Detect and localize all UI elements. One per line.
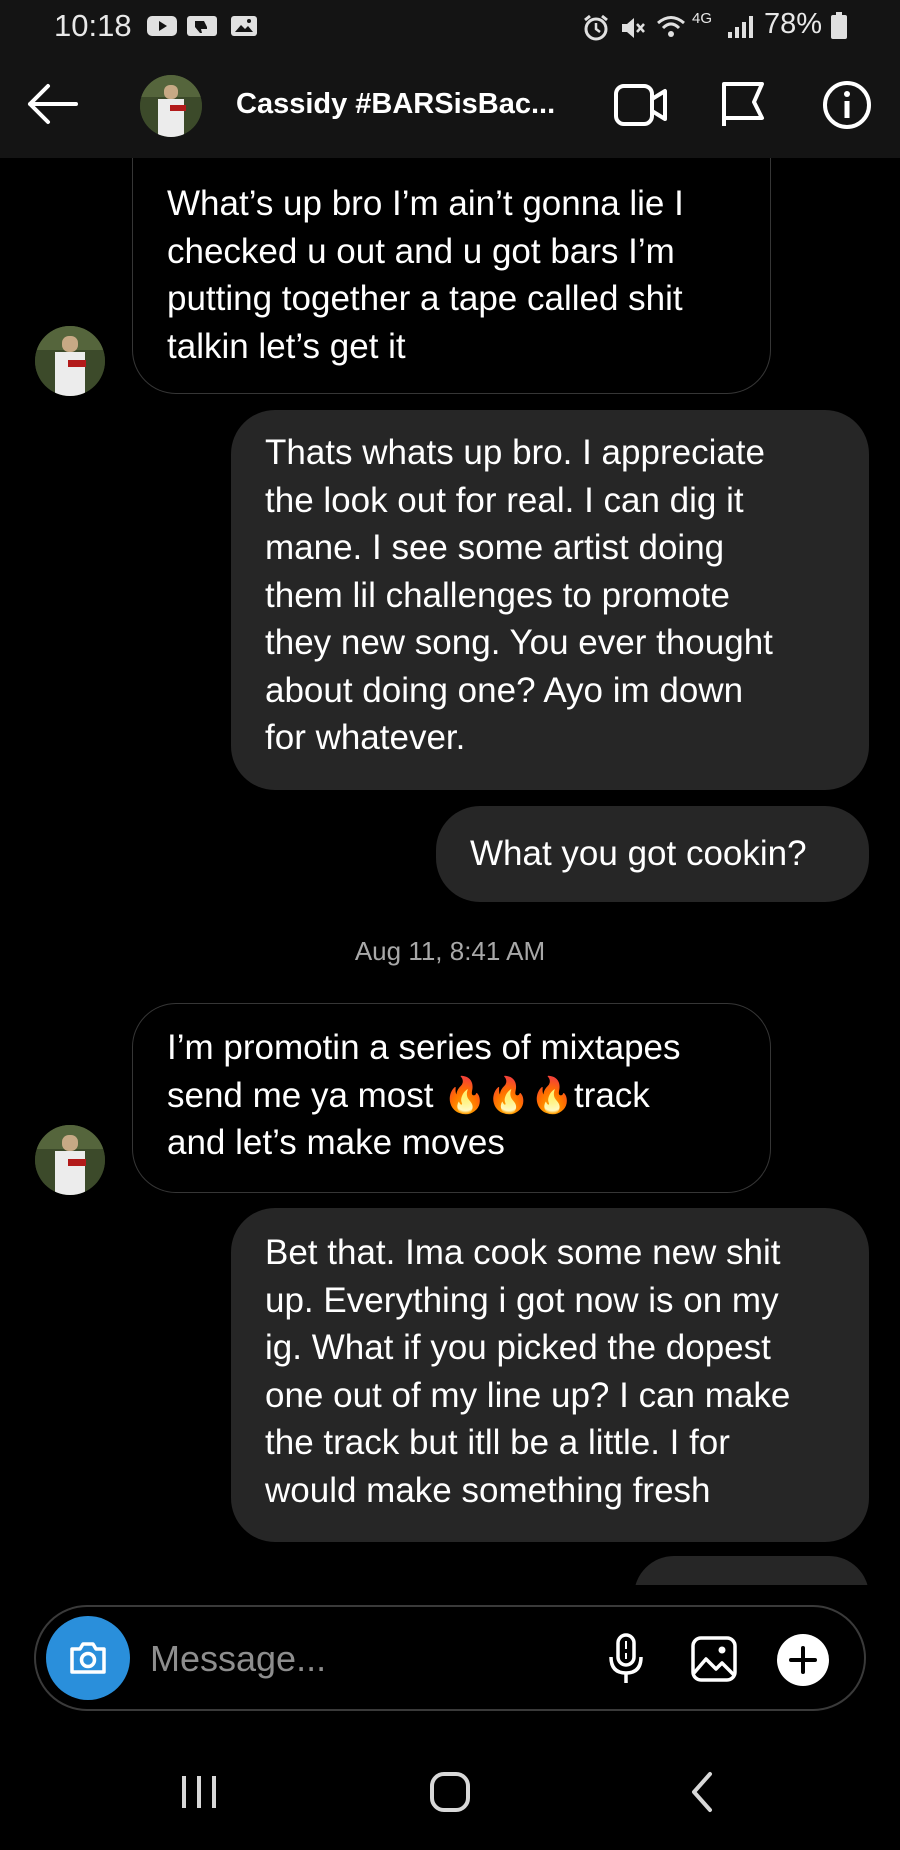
message-text: What you got cookin?	[470, 834, 807, 873]
system-nav-bar	[0, 1740, 900, 1850]
message-bubble-outgoing[interactable]: Bet that. Ima cook some new shit up. Eve…	[231, 1208, 869, 1542]
network-type: 4G	[692, 10, 713, 27]
contact-name[interactable]: Cassidy #BARSisBac...	[236, 88, 555, 121]
sender-avatar	[35, 1125, 105, 1195]
video-call-button[interactable]	[614, 82, 668, 133]
message-bubble-outgoing[interactable]: What you got cookin?	[436, 806, 869, 902]
camera-button[interactable]	[46, 1616, 130, 1700]
info-icon	[822, 81, 872, 134]
wifi-icon	[656, 14, 686, 47]
message-bubble-outgoing[interactable]: Thats whats up bro. I appreciate the loo…	[231, 410, 869, 790]
chat-header: Cassidy #BARSisBac...	[0, 52, 900, 158]
message-timestamp: Aug 11, 8:41 AM	[354, 936, 546, 966]
home-icon[interactable]	[428, 1770, 472, 1819]
back-button[interactable]	[24, 80, 80, 133]
message-text: Bet that. Ima cook some new shit up. Eve…	[265, 1233, 791, 1510]
sender-avatar	[35, 326, 105, 396]
message-bubble-partial[interactable]	[634, 1556, 869, 1585]
message-text: I’m promotin a series of mixtapes send m…	[167, 1028, 681, 1162]
message-composer	[34, 1605, 866, 1711]
microphone-icon[interactable]	[606, 1633, 646, 1692]
image-notification-icon	[230, 14, 258, 43]
mute-icon	[618, 14, 646, 47]
back-icon[interactable]	[686, 1768, 718, 1821]
recent-apps-icon[interactable]	[178, 1772, 220, 1817]
battery-level: 78%	[764, 8, 823, 40]
signal-icon	[726, 14, 754, 45]
message-bubble-incoming[interactable]: What’s up bro I’m ain’t gonna lie I chec…	[132, 158, 771, 394]
youtube-icon	[146, 14, 178, 43]
add-icon[interactable]	[776, 1633, 830, 1692]
battery-icon	[830, 12, 848, 45]
gallery-icon[interactable]	[690, 1635, 738, 1688]
message-thread[interactable]: What’s up bro I’m ain’t gonna lie I chec…	[0, 158, 900, 1585]
flag-icon	[720, 82, 766, 132]
video-call-icon	[614, 84, 668, 132]
status-bar: 10:18 4G 78%	[0, 0, 900, 52]
message-text: Thats whats up bro. I appreciate the loo…	[265, 433, 773, 757]
thumbs-down-icon	[186, 14, 218, 43]
camera-icon	[68, 1640, 108, 1681]
message-bubble-incoming[interactable]: I’m promotin a series of mixtapes send m…	[132, 1003, 771, 1193]
message-text: What’s up bro I’m ain’t gonna lie I chec…	[167, 184, 684, 366]
info-button[interactable]	[822, 80, 872, 135]
message-input[interactable]	[148, 1633, 612, 1685]
status-time: 10:18	[54, 8, 132, 43]
contact-avatar[interactable]	[140, 75, 202, 137]
alarm-icon	[582, 14, 610, 47]
report-button[interactable]	[720, 80, 766, 133]
back-arrow-icon	[24, 84, 80, 132]
